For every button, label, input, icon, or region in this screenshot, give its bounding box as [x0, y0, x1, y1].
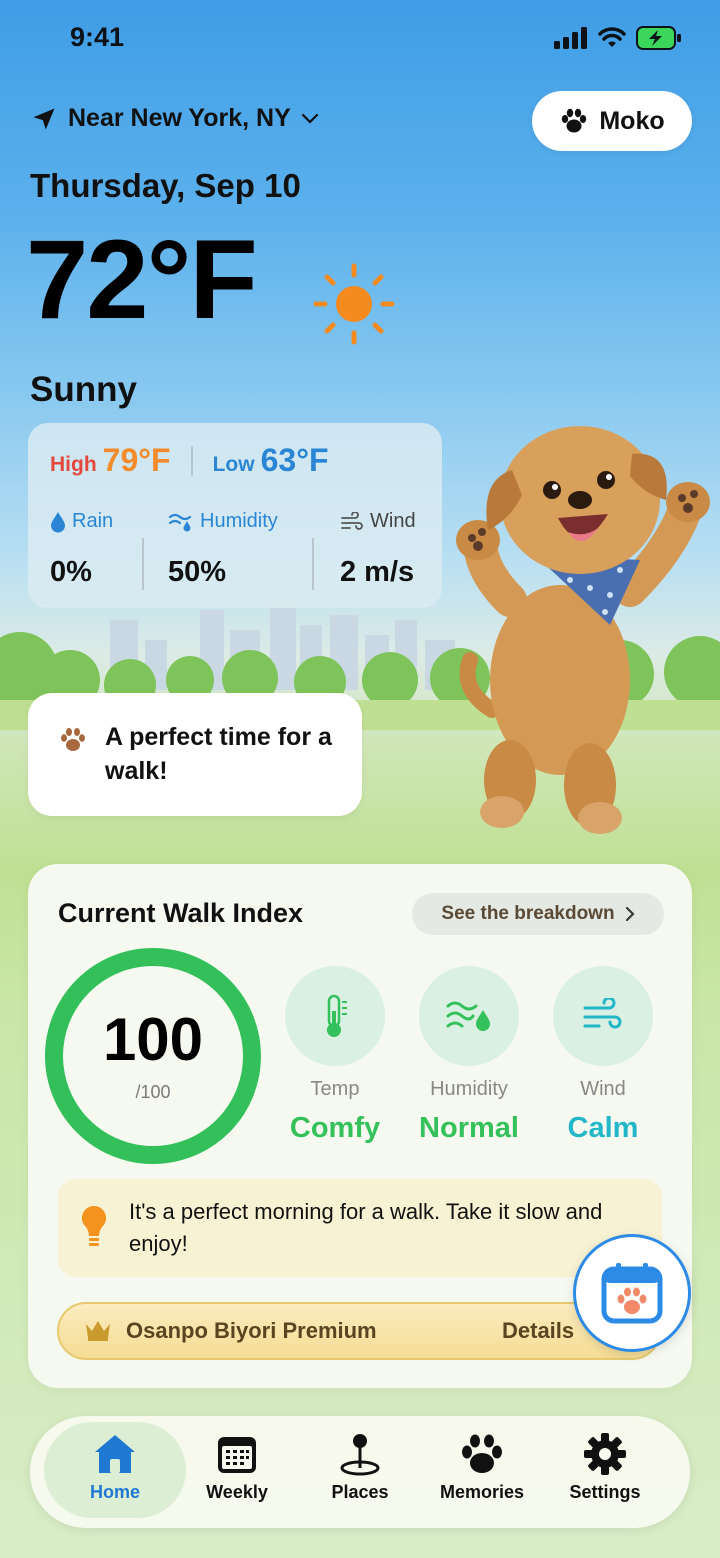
premium-label: Osanpo Biyori Premium	[126, 1318, 377, 1343]
chevron-down-icon	[301, 113, 318, 124]
wind-icon	[341, 511, 363, 530]
humidity-metric-badge	[419, 966, 519, 1066]
paw-icon	[462, 1434, 502, 1473]
rain-stat: Rain	[50, 510, 113, 533]
tab-settings[interactable]: Settings	[545, 1432, 665, 1503]
walk-index-score: 100	[102, 1006, 204, 1073]
location-selector[interactable]: Near New York, NY	[30, 104, 319, 133]
rain-label: Rain	[72, 510, 114, 532]
temp-metric-label: Temp	[310, 1078, 360, 1100]
humidity-value: 50%	[168, 556, 227, 588]
battery-icon	[636, 26, 681, 50]
thermometer-icon	[327, 994, 347, 1037]
paw-calendar-icon	[601, 1263, 663, 1324]
wind-value: 2 m/s	[340, 556, 415, 588]
humidity-stat: Humidity	[168, 510, 278, 533]
calendar-grid-icon	[218, 1437, 256, 1473]
high-low-row: High 79°F Low 63°F	[50, 442, 329, 479]
location-label: Near New York, NY	[68, 104, 291, 132]
high-label: High	[50, 453, 97, 476]
humidity-metric-value: Normal	[419, 1112, 519, 1144]
house-icon	[95, 1435, 135, 1473]
low-value: 63°F	[260, 442, 329, 478]
tab-settings-label: Settings	[569, 1482, 641, 1502]
humidity-label: Humidity	[200, 510, 278, 532]
gear-icon	[584, 1433, 626, 1475]
walk-message-text: A perfect time for a walk!	[105, 723, 332, 785]
weather-condition: Sunny	[30, 370, 137, 409]
divider	[312, 538, 314, 590]
high-value: 79°F	[102, 442, 171, 478]
date-label: Thursday, Sep 10	[30, 167, 301, 204]
wind-metric-label: Wind	[580, 1078, 626, 1100]
breakdown-label: See the breakdown	[441, 903, 615, 924]
walk-index-max: /100	[135, 1082, 171, 1102]
divider	[142, 538, 144, 590]
low-label: Low	[212, 453, 255, 476]
tab-memories-label: Memories	[439, 1482, 525, 1502]
wind-metric-value: Calm	[567, 1112, 639, 1144]
wind-icon	[583, 998, 622, 1029]
wifi-icon	[598, 27, 626, 47]
wind-metric-badge	[553, 966, 653, 1066]
pet-name: Moko	[599, 106, 665, 135]
chevron-right-icon	[625, 906, 635, 922]
paw-icon	[562, 108, 587, 133]
tab-places[interactable]: Places	[300, 1432, 420, 1503]
current-temperature: 72°F	[26, 217, 258, 342]
premium-details-link[interactable]: Details	[502, 1318, 574, 1344]
location-arrow-icon	[33, 108, 55, 129]
tab-weekly[interactable]: Weekly	[177, 1432, 297, 1503]
temp-metric-badge	[285, 966, 385, 1066]
tab-home[interactable]: Home	[55, 1432, 175, 1503]
walk-tip-text: It's a perfect morning for a walk. Take …	[129, 1199, 603, 1256]
breakdown-button[interactable]: See the breakdown	[412, 893, 664, 935]
humidity-icon	[168, 513, 192, 531]
raindrop-icon	[51, 511, 65, 532]
signal-icon	[554, 27, 587, 49]
humidity-icon	[446, 1001, 490, 1031]
wind-stat: Wind	[340, 510, 416, 533]
tab-home-label: Home	[89, 1482, 140, 1502]
calendar-fab-button[interactable]	[573, 1234, 691, 1352]
dog-illustration	[456, 426, 710, 834]
divider	[190, 445, 193, 476]
walk-index-title: Current Walk Index	[58, 898, 304, 928]
lightbulb-icon	[81, 1205, 107, 1246]
status-time: 9:41	[70, 22, 125, 52]
humidity-metric-label: Humidity	[430, 1078, 508, 1100]
tab-weekly-label: Weekly	[206, 1482, 268, 1502]
map-pin-icon	[340, 1434, 380, 1476]
status-icons	[554, 26, 682, 50]
pet-profile-button[interactable]: Moko	[532, 91, 692, 151]
rain-value: 0%	[50, 556, 92, 588]
tab-places-label: Places	[331, 1482, 389, 1502]
wind-label: Wind	[370, 510, 416, 532]
sun-icon	[313, 263, 395, 345]
tab-memories[interactable]: Memories	[422, 1432, 542, 1503]
crown-icon	[86, 1321, 110, 1341]
paw-icon	[61, 728, 85, 751]
temp-metric-value: Comfy	[289, 1112, 381, 1144]
